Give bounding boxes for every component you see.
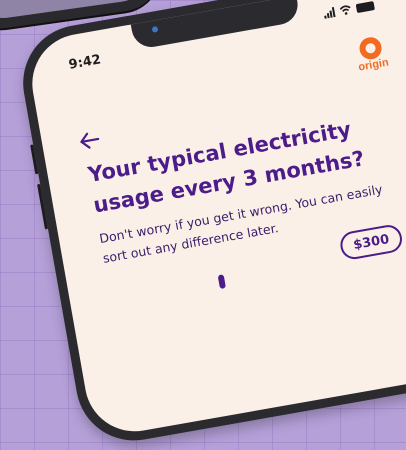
- wifi-icon: [339, 5, 351, 15]
- phone-volume-button: [37, 183, 49, 230]
- phone-frame: 9:42 origin Your typical electricity usa…: [14, 0, 406, 450]
- status-icons: [323, 0, 375, 19]
- phone-screen: 9:42 origin Your typical electricity usa…: [24, 0, 406, 440]
- battery-icon: [355, 1, 375, 14]
- back-arrow-icon[interactable]: [77, 128, 102, 153]
- origin-logo-text: origin: [357, 56, 390, 74]
- signal-icon: [323, 7, 336, 19]
- origin-logo: origin: [347, 34, 396, 75]
- usage-amount-pill[interactable]: $300: [338, 222, 405, 262]
- usage-slider-thumb[interactable]: [217, 274, 226, 290]
- phone-notch: [130, 0, 301, 51]
- camera-dot: [151, 25, 159, 33]
- status-time: 9:42: [67, 52, 103, 73]
- phone-side-button: [30, 144, 39, 175]
